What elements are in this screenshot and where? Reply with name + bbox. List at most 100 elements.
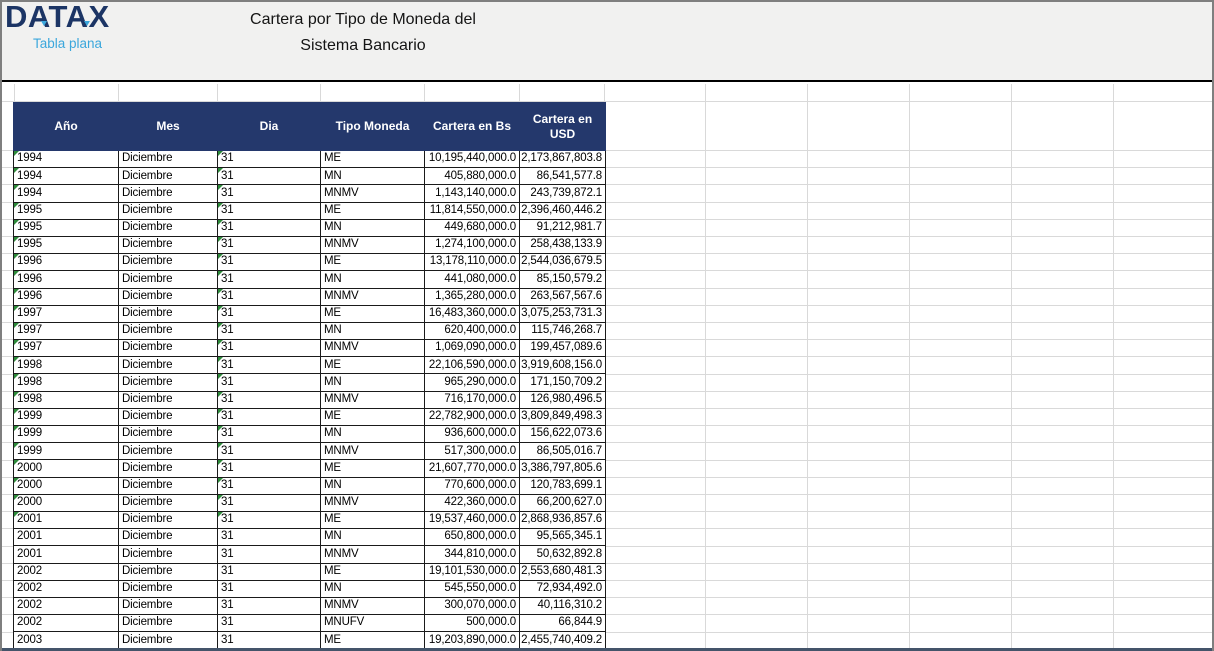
cell-ano[interactable]: 1999	[14, 426, 119, 443]
cell-cartera-bs[interactable]: 517,300,000.0	[425, 443, 520, 460]
cell-mes[interactable]: Diciembre	[119, 288, 218, 305]
cell-dia[interactable]: 31	[218, 271, 321, 288]
cell-mes[interactable]: Diciembre	[119, 391, 218, 408]
cell-ano[interactable]: 1997	[14, 322, 119, 339]
cell-ano[interactable]: 2003	[14, 632, 119, 649]
cell-tipo-moneda[interactable]: MN	[321, 580, 425, 597]
cell-ano[interactable]: 2002	[14, 615, 119, 632]
cell-cartera-usd[interactable]: 3,919,608,156.0	[520, 357, 606, 374]
cell-cartera-usd[interactable]: 50,632,892.8	[520, 546, 606, 563]
cell-ano[interactable]: 1994	[14, 185, 119, 202]
cell-mes[interactable]: Diciembre	[119, 305, 218, 322]
cell-cartera-bs[interactable]: 965,290,000.0	[425, 374, 520, 391]
cell-tipo-moneda[interactable]: ME	[321, 254, 425, 271]
cell-cartera-bs[interactable]: 10,195,440,000.0	[425, 151, 520, 168]
cell-cartera-usd[interactable]: 243,739,872.1	[520, 185, 606, 202]
cell-cartera-bs[interactable]: 500,000.0	[425, 615, 520, 632]
cell-dia[interactable]: 31	[218, 322, 321, 339]
cell-mes[interactable]: Diciembre	[119, 460, 218, 477]
cell-ano[interactable]: 1997	[14, 340, 119, 357]
cell-ano[interactable]: 1994	[14, 168, 119, 185]
cell-cartera-usd[interactable]: 40,116,310.2	[520, 597, 606, 614]
cell-cartera-usd[interactable]: 115,746,268.7	[520, 322, 606, 339]
cell-cartera-usd[interactable]: 2,396,460,446.2	[520, 202, 606, 219]
cell-ano[interactable]: 1996	[14, 254, 119, 271]
cell-cartera-usd[interactable]: 85,150,579.2	[520, 271, 606, 288]
cell-mes[interactable]: Diciembre	[119, 632, 218, 649]
cell-dia[interactable]: 31	[218, 305, 321, 322]
cell-dia[interactable]: 31	[218, 529, 321, 546]
cell-cartera-usd[interactable]: 263,567,567.6	[520, 288, 606, 305]
cell-tipo-moneda[interactable]: ME	[321, 511, 425, 528]
cell-dia[interactable]: 31	[218, 357, 321, 374]
cell-cartera-bs[interactable]: 19,101,530,000.0	[425, 563, 520, 580]
cell-tipo-moneda[interactable]: MNMV	[321, 597, 425, 614]
cell-tipo-moneda[interactable]: ME	[321, 408, 425, 425]
cell-ano[interactable]: 2001	[14, 529, 119, 546]
cell-tipo-moneda[interactable]: MNMV	[321, 391, 425, 408]
column-header-mes[interactable]: Mes	[119, 103, 218, 151]
cell-cartera-usd[interactable]: 2,868,936,857.6	[520, 511, 606, 528]
cell-cartera-bs[interactable]: 545,550,000.0	[425, 580, 520, 597]
cell-dia[interactable]: 31	[218, 391, 321, 408]
cell-dia[interactable]: 31	[218, 494, 321, 511]
column-header-cartera-bs[interactable]: Cartera en Bs	[425, 103, 520, 151]
cell-mes[interactable]: Diciembre	[119, 271, 218, 288]
cell-mes[interactable]: Diciembre	[119, 374, 218, 391]
cell-dia[interactable]: 31	[218, 580, 321, 597]
cell-tipo-moneda[interactable]: ME	[321, 632, 425, 649]
cell-cartera-usd[interactable]: 3,075,253,731.3	[520, 305, 606, 322]
cell-mes[interactable]: Diciembre	[119, 529, 218, 546]
cell-dia[interactable]: 31	[218, 460, 321, 477]
cell-tipo-moneda[interactable]: ME	[321, 151, 425, 168]
cell-cartera-usd[interactable]: 156,622,073.6	[520, 426, 606, 443]
cell-cartera-bs[interactable]: 13,178,110,000.0	[425, 254, 520, 271]
cell-mes[interactable]: Diciembre	[119, 511, 218, 528]
cell-dia[interactable]: 31	[218, 236, 321, 253]
cell-cartera-usd[interactable]: 2,455,740,409.2	[520, 632, 606, 649]
cell-dia[interactable]: 31	[218, 151, 321, 168]
cell-cartera-bs[interactable]: 22,782,900,000.0	[425, 408, 520, 425]
cell-cartera-usd[interactable]: 72,934,492.0	[520, 580, 606, 597]
cell-cartera-bs[interactable]: 936,600,000.0	[425, 426, 520, 443]
cell-dia[interactable]: 31	[218, 426, 321, 443]
cell-ano[interactable]: 2001	[14, 511, 119, 528]
cell-ano[interactable]: 1995	[14, 219, 119, 236]
cell-cartera-usd[interactable]: 86,541,577.8	[520, 168, 606, 185]
cell-dia[interactable]: 31	[218, 185, 321, 202]
cell-ano[interactable]: 1999	[14, 408, 119, 425]
cell-cartera-bs[interactable]: 422,360,000.0	[425, 494, 520, 511]
cell-tipo-moneda[interactable]: MN	[321, 477, 425, 494]
cell-cartera-bs[interactable]: 1,365,280,000.0	[425, 288, 520, 305]
cell-mes[interactable]: Diciembre	[119, 597, 218, 614]
cell-dia[interactable]: 31	[218, 477, 321, 494]
cell-dia[interactable]: 31	[218, 511, 321, 528]
cell-tipo-moneda[interactable]: MNUFV	[321, 615, 425, 632]
cell-dia[interactable]: 31	[218, 288, 321, 305]
cell-dia[interactable]: 31	[218, 168, 321, 185]
cell-tipo-moneda[interactable]: ME	[321, 202, 425, 219]
cell-cartera-bs[interactable]: 1,274,100,000.0	[425, 236, 520, 253]
cell-ano[interactable]: 2000	[14, 494, 119, 511]
cell-mes[interactable]: Diciembre	[119, 426, 218, 443]
cell-cartera-bs[interactable]: 1,069,090,000.0	[425, 340, 520, 357]
cell-dia[interactable]: 31	[218, 597, 321, 614]
cell-mes[interactable]: Diciembre	[119, 202, 218, 219]
cell-tipo-moneda[interactable]: MN	[321, 219, 425, 236]
cell-mes[interactable]: Diciembre	[119, 151, 218, 168]
cell-tipo-moneda[interactable]: MN	[321, 426, 425, 443]
cell-cartera-usd[interactable]: 199,457,089.6	[520, 340, 606, 357]
cell-tipo-moneda[interactable]: ME	[321, 305, 425, 322]
cell-ano[interactable]: 1998	[14, 391, 119, 408]
cell-mes[interactable]: Diciembre	[119, 340, 218, 357]
cell-cartera-usd[interactable]: 126,980,496.5	[520, 391, 606, 408]
cell-mes[interactable]: Diciembre	[119, 168, 218, 185]
cell-cartera-usd[interactable]: 258,438,133.9	[520, 236, 606, 253]
cell-dia[interactable]: 31	[218, 219, 321, 236]
cell-ano[interactable]: 1995	[14, 202, 119, 219]
cell-cartera-bs[interactable]: 21,607,770,000.0	[425, 460, 520, 477]
cell-tipo-moneda[interactable]: MNMV	[321, 546, 425, 563]
cell-mes[interactable]: Diciembre	[119, 615, 218, 632]
cell-ano[interactable]: 1995	[14, 236, 119, 253]
cell-ano[interactable]: 2002	[14, 597, 119, 614]
